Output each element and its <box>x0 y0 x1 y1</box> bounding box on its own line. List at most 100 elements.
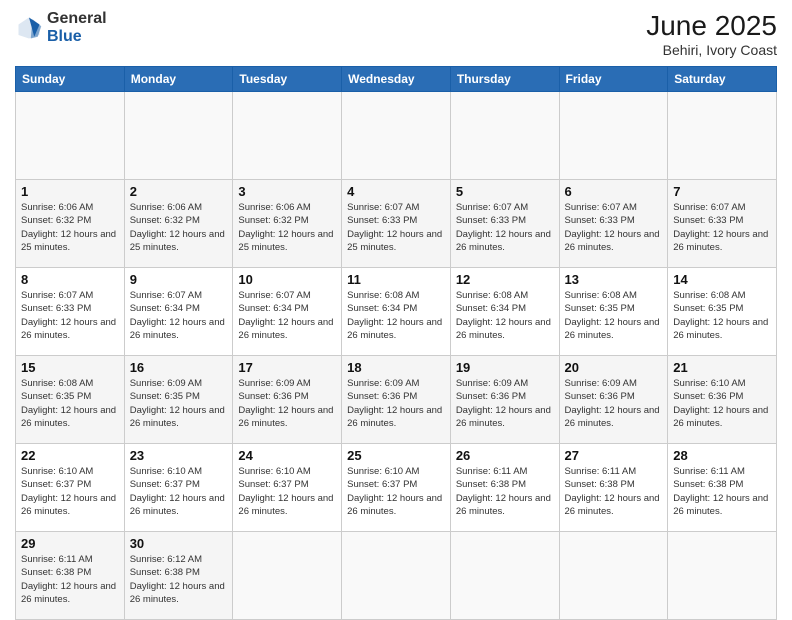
day-number: 26 <box>456 448 554 463</box>
header: General Blue June 2025 Behiri, Ivory Coa… <box>15 10 777 58</box>
day-info: Sunrise: 6:09 AMSunset: 6:35 PMDaylight:… <box>130 377 228 430</box>
table-row <box>124 92 233 180</box>
col-wednesday: Wednesday <box>342 67 451 92</box>
table-row: 6 Sunrise: 6:07 AMSunset: 6:33 PMDaylight… <box>559 180 668 268</box>
day-number: 13 <box>565 272 663 287</box>
day-info: Sunrise: 6:07 AMSunset: 6:33 PMDaylight:… <box>565 201 663 254</box>
day-number: 24 <box>238 448 336 463</box>
table-row: 30 Sunrise: 6:12 AMSunset: 6:38 PMDayligh… <box>124 532 233 620</box>
table-row: 14 Sunrise: 6:08 AMSunset: 6:35 PMDayligh… <box>668 268 777 356</box>
col-saturday: Saturday <box>668 67 777 92</box>
calendar-week-row: 8Sunrise: 6:07 AMSunset: 6:33 PMDaylight… <box>16 268 777 356</box>
day-info: Sunrise: 6:08 AMSunset: 6:35 PMDaylight:… <box>21 377 119 430</box>
table-row <box>450 532 559 620</box>
day-info: Sunrise: 6:10 AMSunset: 6:37 PMDaylight:… <box>130 465 228 518</box>
table-row: 29Sunrise: 6:11 AMSunset: 6:38 PMDayligh… <box>16 532 125 620</box>
col-sunday: Sunday <box>16 67 125 92</box>
day-info: Sunrise: 6:08 AMSunset: 6:35 PMDaylight:… <box>673 289 771 342</box>
page: General Blue June 2025 Behiri, Ivory Coa… <box>0 0 792 612</box>
table-row: 17Sunrise: 6:09 AMSunset: 6:36 PMDayligh… <box>233 356 342 444</box>
day-number: 20 <box>565 360 663 375</box>
day-number: 2 <box>130 184 228 199</box>
calendar-header-row: Sunday Monday Tuesday Wednesday Thursday… <box>16 67 777 92</box>
day-number: 3 <box>238 184 336 199</box>
day-info: Sunrise: 6:09 AMSunset: 6:36 PMDaylight:… <box>238 377 336 430</box>
day-info: Sunrise: 6:10 AMSunset: 6:37 PMDaylight:… <box>347 465 445 518</box>
table-row: 21 Sunrise: 6:10 AMSunset: 6:36 PMDayligh… <box>668 356 777 444</box>
table-row <box>450 92 559 180</box>
day-number: 15 <box>21 360 119 375</box>
table-row <box>559 92 668 180</box>
logo-text: General Blue <box>47 10 107 45</box>
calendar-week-row: 1Sunrise: 6:06 AMSunset: 6:32 PMDaylight… <box>16 180 777 268</box>
day-number: 4 <box>347 184 445 199</box>
day-number: 14 <box>673 272 771 287</box>
day-info: Sunrise: 6:07 AMSunset: 6:33 PMDaylight:… <box>347 201 445 254</box>
day-info: Sunrise: 6:09 AMSunset: 6:36 PMDaylight:… <box>456 377 554 430</box>
table-row: 3 Sunrise: 6:06 AMSunset: 6:32 PMDaylight… <box>233 180 342 268</box>
table-row: 2 Sunrise: 6:06 AMSunset: 6:32 PMDaylight… <box>124 180 233 268</box>
table-row: 19Sunrise: 6:09 AMSunset: 6:36 PMDayligh… <box>450 356 559 444</box>
day-number: 29 <box>21 536 119 551</box>
day-info: Sunrise: 6:10 AMSunset: 6:36 PMDaylight:… <box>673 377 771 430</box>
table-row: 1Sunrise: 6:06 AMSunset: 6:32 PMDaylight… <box>16 180 125 268</box>
table-row <box>342 92 451 180</box>
day-info: Sunrise: 6:10 AMSunset: 6:37 PMDaylight:… <box>21 465 119 518</box>
table-row: 18 Sunrise: 6:09 AMSunset: 6:36 PMDayligh… <box>342 356 451 444</box>
day-number: 30 <box>130 536 228 551</box>
calendar-table: Sunday Monday Tuesday Wednesday Thursday… <box>15 66 777 620</box>
day-number: 7 <box>673 184 771 199</box>
day-info: Sunrise: 6:12 AMSunset: 6:38 PMDaylight:… <box>130 553 228 606</box>
day-number: 12 <box>456 272 554 287</box>
day-number: 11 <box>347 272 445 287</box>
table-row <box>16 92 125 180</box>
day-info: Sunrise: 6:11 AMSunset: 6:38 PMDaylight:… <box>456 465 554 518</box>
table-row: 8Sunrise: 6:07 AMSunset: 6:33 PMDaylight… <box>16 268 125 356</box>
table-row: 10Sunrise: 6:07 AMSunset: 6:34 PMDayligh… <box>233 268 342 356</box>
calendar-week-row <box>16 92 777 180</box>
day-info: Sunrise: 6:07 AMSunset: 6:34 PMDaylight:… <box>238 289 336 342</box>
table-row: 15 Sunrise: 6:08 AMSunset: 6:35 PMDayligh… <box>16 356 125 444</box>
day-number: 6 <box>565 184 663 199</box>
day-info: Sunrise: 6:07 AMSunset: 6:34 PMDaylight:… <box>130 289 228 342</box>
day-info: Sunrise: 6:06 AMSunset: 6:32 PMDaylight:… <box>130 201 228 254</box>
table-row: 13Sunrise: 6:08 AMSunset: 6:35 PMDayligh… <box>559 268 668 356</box>
day-info: Sunrise: 6:09 AMSunset: 6:36 PMDaylight:… <box>565 377 663 430</box>
col-thursday: Thursday <box>450 67 559 92</box>
table-row: 24 Sunrise: 6:10 AMSunset: 6:37 PMDayligh… <box>233 444 342 532</box>
day-number: 23 <box>130 448 228 463</box>
day-number: 27 <box>565 448 663 463</box>
table-row: 4 Sunrise: 6:07 AMSunset: 6:33 PMDaylight… <box>342 180 451 268</box>
day-info: Sunrise: 6:06 AMSunset: 6:32 PMDaylight:… <box>21 201 119 254</box>
col-friday: Friday <box>559 67 668 92</box>
table-row: 16 Sunrise: 6:09 AMSunset: 6:35 PMDayligh… <box>124 356 233 444</box>
day-number: 16 <box>130 360 228 375</box>
day-number: 21 <box>673 360 771 375</box>
day-number: 28 <box>673 448 771 463</box>
day-info: Sunrise: 6:07 AMSunset: 6:33 PMDaylight:… <box>456 201 554 254</box>
table-row: 26 Sunrise: 6:11 AMSunset: 6:38 PMDayligh… <box>450 444 559 532</box>
table-row <box>559 532 668 620</box>
table-row: 5Sunrise: 6:07 AMSunset: 6:33 PMDaylight… <box>450 180 559 268</box>
table-row <box>233 92 342 180</box>
day-info: Sunrise: 6:07 AMSunset: 6:33 PMDaylight:… <box>673 201 771 254</box>
col-monday: Monday <box>124 67 233 92</box>
table-row: 27 Sunrise: 6:11 AMSunset: 6:38 PMDayligh… <box>559 444 668 532</box>
day-info: Sunrise: 6:09 AMSunset: 6:36 PMDaylight:… <box>347 377 445 430</box>
calendar-week-row: 29Sunrise: 6:11 AMSunset: 6:38 PMDayligh… <box>16 532 777 620</box>
table-row <box>342 532 451 620</box>
day-number: 22 <box>21 448 119 463</box>
table-row <box>668 92 777 180</box>
day-info: Sunrise: 6:11 AMSunset: 6:38 PMDaylight:… <box>673 465 771 518</box>
calendar-week-row: 22 Sunrise: 6:10 AMSunset: 6:37 PMDayligh… <box>16 444 777 532</box>
logo-icon <box>15 14 43 42</box>
table-row: 12Sunrise: 6:08 AMSunset: 6:34 PMDayligh… <box>450 268 559 356</box>
day-number: 18 <box>347 360 445 375</box>
day-number: 9 <box>130 272 228 287</box>
day-info: Sunrise: 6:11 AMSunset: 6:38 PMDaylight:… <box>565 465 663 518</box>
table-row: 28 Sunrise: 6:11 AMSunset: 6:38 PMDayligh… <box>668 444 777 532</box>
table-row <box>233 532 342 620</box>
day-number: 25 <box>347 448 445 463</box>
day-info: Sunrise: 6:06 AMSunset: 6:32 PMDaylight:… <box>238 201 336 254</box>
day-info: Sunrise: 6:10 AMSunset: 6:37 PMDaylight:… <box>238 465 336 518</box>
